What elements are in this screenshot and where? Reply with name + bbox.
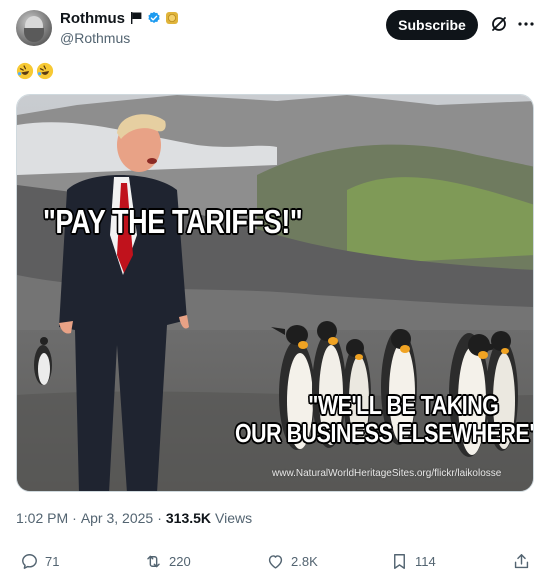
reply-count: 71 [45,554,60,569]
bookmark-count: 114 [415,554,436,569]
repost-icon [147,555,160,568]
verified-icon[interactable] [147,11,161,25]
image-watermark: www.NaturalWorldHeritageSites.org/flickr… [272,468,502,479]
rolling-on-floor-laughing-emoji [16,62,34,80]
post-time[interactable]: 1:02 PM [16,510,68,526]
share-icon [514,554,529,569]
share-button[interactable] [512,552,531,571]
grok-icon[interactable] [490,15,508,33]
heart-icon [268,555,283,569]
avatar-beard [24,28,44,42]
meta-separator: · [157,510,162,526]
subscribe-button[interactable]: Subscribe [386,10,478,40]
post-date[interactable]: Apr 3, 2025 [81,510,153,526]
bookmark-icon [394,554,405,569]
action-bar: 71 220 2.8K 114 [16,552,534,576]
meme-caption-top: "PAY THE TARIFFS!" [43,203,303,240]
reply-button[interactable]: 71 [20,552,59,571]
reply-icon [22,554,37,569]
bookmark-button[interactable]: 114 [390,552,436,571]
views-count: 313.5K [165,510,212,526]
post-text [16,62,54,80]
author-display-name[interactable]: Rothmus [60,10,125,27]
flag-icon [131,12,142,24]
meme-caption-bottom-line1: "WE'LL BE TAKING [308,390,499,420]
like-count: 2.8K [291,554,318,569]
gold-coin-icon [166,12,178,24]
author-handle[interactable]: @Rothmus [60,30,130,46]
meme-caption-bottom: "WE'LL BE TAKING OUR BUSINESS ELSEWHERE" [235,390,534,448]
like-button[interactable]: 2.8K [266,552,318,571]
author-avatar[interactable] [16,10,52,46]
views-label: Views [215,510,253,526]
more-icon[interactable] [516,15,536,33]
rolling-on-floor-laughing-emoji [36,62,54,80]
repost-count: 220 [169,554,191,569]
meme-caption-bottom-line2: OUR BUSINESS ELSEWHERE" [235,418,534,448]
author-name-row[interactable]: Rothmus [60,8,179,28]
repost-button[interactable]: 220 [144,552,191,571]
meta-separator: · [72,510,77,526]
post-image[interactable]: "PAY THE TARIFFS!" "WE'LL BE TAKING OUR … [16,94,534,492]
post-meta: 1:02 PM · Apr 3, 2025 · 313.5K Views [16,510,252,526]
